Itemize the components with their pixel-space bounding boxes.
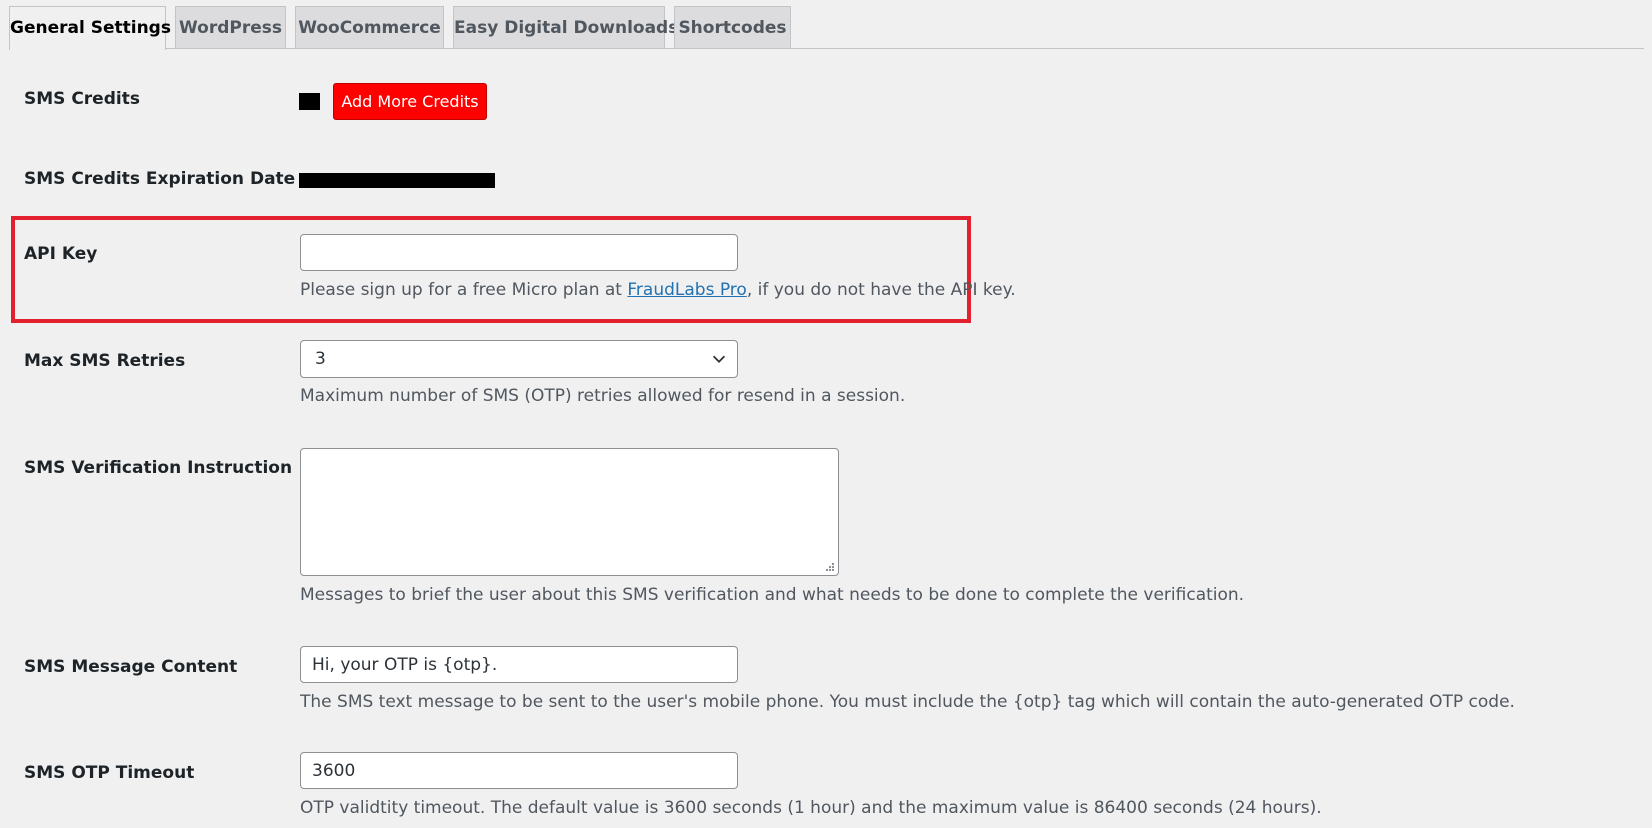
- chevron-down-icon: [712, 355, 726, 363]
- max-sms-retries-description: Maximum number of SMS (OTP) retries allo…: [300, 386, 906, 406]
- sms-otp-timeout-input[interactable]: [300, 752, 738, 789]
- api-key-desc-before: Please sign up for a free Micro plan at: [300, 280, 628, 300]
- max-sms-retries-label: Max SMS Retries: [24, 351, 186, 371]
- api-key-label: API Key: [24, 244, 98, 264]
- sms-message-content-description: The SMS text message to be sent to the u…: [300, 692, 1515, 712]
- max-sms-retries-select[interactable]: 3: [300, 340, 738, 378]
- sms-verification-instruction-label: SMS Verification Instruction: [24, 458, 293, 478]
- resize-grip-icon[interactable]: [823, 560, 835, 572]
- settings-tabs: General Settings WordPress WooCommerce E…: [0, 0, 1652, 50]
- sms-message-content-input[interactable]: [300, 646, 738, 683]
- api-key-description: Please sign up for a free Micro plan at …: [300, 280, 1016, 300]
- settings-page: General Settings WordPress WooCommerce E…: [0, 0, 1652, 828]
- sms-otp-timeout-label: SMS OTP Timeout: [24, 763, 195, 783]
- sms-verification-instruction-description: Messages to brief the user about this SM…: [300, 585, 1245, 605]
- sms-credits-label: SMS Credits: [24, 89, 140, 109]
- tab-woocommerce[interactable]: WooCommerce: [295, 6, 444, 48]
- tab-wordpress[interactable]: WordPress: [175, 6, 286, 48]
- fraudlabs-pro-link[interactable]: FraudLabs Pro: [627, 280, 746, 300]
- add-more-credits-button[interactable]: Add More Credits: [333, 83, 487, 120]
- sms-message-content-label: SMS Message Content: [24, 657, 238, 677]
- sms-credits-expiration-label: SMS Credits Expiration Date: [24, 169, 296, 189]
- sms-credits-value-redacted: [299, 93, 320, 110]
- max-sms-retries-selected-value: 3: [315, 349, 326, 369]
- api-key-input[interactable]: [300, 234, 738, 271]
- api-key-desc-after: , if you do not have the API key.: [746, 280, 1016, 300]
- sms-verification-instruction-textarea[interactable]: [300, 448, 839, 576]
- tab-general-settings[interactable]: General Settings: [9, 6, 171, 50]
- sms-credits-expiration-value-redacted: [299, 173, 495, 188]
- tab-easy-digital-downloads[interactable]: Easy Digital Downloads: [453, 6, 678, 48]
- sms-otp-timeout-description: OTP validtity timeout. The default value…: [300, 798, 1322, 818]
- tab-shortcodes[interactable]: Shortcodes: [674, 6, 791, 48]
